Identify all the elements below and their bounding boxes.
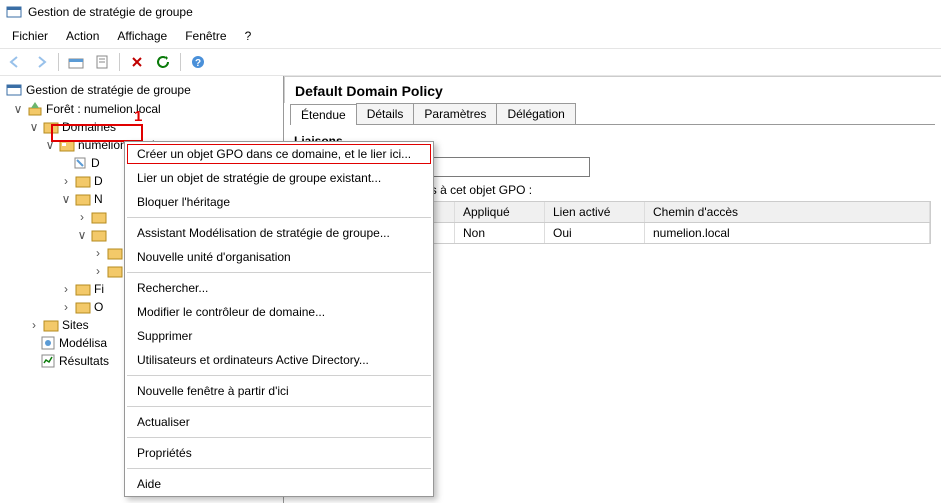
toolbar-sep xyxy=(119,53,120,71)
folder-icon xyxy=(75,299,91,315)
refresh-button[interactable] xyxy=(152,51,174,73)
menu-action[interactable]: Action xyxy=(58,26,107,46)
expander-icon[interactable]: › xyxy=(76,210,88,224)
tree-forest-label[interactable]: Forêt : numelion.local xyxy=(46,102,161,116)
ou-icon xyxy=(75,191,91,207)
tree-node-label[interactable]: D xyxy=(91,156,100,170)
grid-header-enforced[interactable]: Appliqué xyxy=(455,202,545,222)
grid-cell: Non xyxy=(455,223,545,243)
tree-domains-label[interactable]: Domaines xyxy=(62,120,116,134)
expander-icon[interactable]: › xyxy=(60,300,72,314)
expander-icon[interactable]: ∨ xyxy=(12,102,24,116)
ctx-properties[interactable]: Propriétés xyxy=(125,441,433,465)
folder-icon xyxy=(75,281,91,297)
modeling-icon xyxy=(40,335,56,351)
menu-file[interactable]: Fichier xyxy=(4,26,56,46)
window-title: Gestion de stratégie de groupe xyxy=(28,5,193,19)
domain-icon xyxy=(59,137,75,153)
ou-icon xyxy=(91,209,107,225)
ctx-change-dc[interactable]: Modifier le contrôleur de domaine... xyxy=(125,300,433,324)
tree-node-label[interactable]: Fi xyxy=(94,282,104,296)
ctx-new-ou[interactable]: Nouvelle unité d'organisation xyxy=(125,245,433,269)
tab-strip: Étendue Détails Paramètres Délégation xyxy=(290,103,935,125)
ctx-separator xyxy=(127,217,431,218)
expander-icon[interactable]: › xyxy=(92,246,104,260)
tab-details[interactable]: Détails xyxy=(356,103,415,124)
ctx-create-gpo[interactable]: Créer un objet GPO dans ce domaine, et l… xyxy=(125,142,433,166)
forward-button[interactable] xyxy=(30,51,52,73)
expander-icon[interactable]: › xyxy=(92,264,104,278)
svg-text:?: ? xyxy=(195,58,201,69)
ctx-aduc[interactable]: Utilisateurs et ordinateurs Active Direc… xyxy=(125,348,433,372)
ctx-delete[interactable]: Supprimer xyxy=(125,324,433,348)
expander-icon[interactable]: ∨ xyxy=(28,120,40,134)
tab-scope[interactable]: Étendue xyxy=(290,104,357,125)
ctx-new-window[interactable]: Nouvelle fenêtre à partir d'ici xyxy=(125,379,433,403)
grid-header-linkenabled[interactable]: Lien activé xyxy=(545,202,645,222)
props-button[interactable] xyxy=(91,51,113,73)
ctx-separator xyxy=(127,375,431,376)
tab-delegation[interactable]: Délégation xyxy=(496,103,575,124)
ctx-separator xyxy=(127,272,431,273)
grid-cell: numelion.local xyxy=(645,223,930,243)
ou-icon xyxy=(107,245,123,261)
ctx-search[interactable]: Rechercher... xyxy=(125,276,433,300)
tree-sites-label[interactable]: Sites xyxy=(62,318,89,332)
tab-settings[interactable]: Paramètres xyxy=(413,103,497,124)
menu-window[interactable]: Fenêtre xyxy=(177,26,234,46)
ou-icon xyxy=(75,173,91,189)
toolbar-sep xyxy=(180,53,181,71)
menubar: Fichier Action Affichage Fenêtre ? xyxy=(0,24,941,48)
ctx-help[interactable]: Aide xyxy=(125,472,433,496)
app-icon xyxy=(6,4,22,20)
ctx-modeling-wizard[interactable]: Assistant Modélisation de stratégie de g… xyxy=(125,221,433,245)
toolbar: ? xyxy=(0,48,941,76)
results-icon xyxy=(40,353,56,369)
up-button[interactable] xyxy=(65,51,87,73)
gpo-link-icon xyxy=(72,155,88,171)
ou-icon xyxy=(91,227,107,243)
sites-icon xyxy=(43,317,59,333)
expander-icon[interactable]: › xyxy=(60,174,72,188)
toolbar-sep xyxy=(58,53,59,71)
expander-icon[interactable]: ∨ xyxy=(60,192,72,206)
ctx-separator xyxy=(127,406,431,407)
tree-modeling-label[interactable]: Modélisa xyxy=(59,336,107,350)
delete-button[interactable] xyxy=(126,51,148,73)
page-title: Default Domain Policy xyxy=(284,76,941,103)
forest-icon xyxy=(27,101,43,117)
expander-icon[interactable]: ∨ xyxy=(76,228,88,242)
ctx-separator xyxy=(127,437,431,438)
expander-icon[interactable]: ∨ xyxy=(44,138,56,152)
help-button[interactable]: ? xyxy=(187,51,209,73)
grid-cell: Oui xyxy=(545,223,645,243)
gpmc-icon xyxy=(6,82,22,98)
menu-view[interactable]: Affichage xyxy=(109,26,175,46)
tree-node-label[interactable]: O xyxy=(94,300,103,314)
ctx-refresh[interactable]: Actualiser xyxy=(125,410,433,434)
tree-node-label[interactable]: N xyxy=(94,192,103,206)
expander-icon[interactable]: › xyxy=(28,318,40,332)
tree-node-label[interactable]: D xyxy=(94,174,103,188)
ctx-block-inheritance[interactable]: Bloquer l'héritage xyxy=(125,190,433,214)
ctx-link-gpo[interactable]: Lier un objet de stratégie de groupe exi… xyxy=(125,166,433,190)
ctx-separator xyxy=(127,468,431,469)
expander-icon[interactable]: › xyxy=(60,282,72,296)
ou-icon xyxy=(107,263,123,279)
tree-root-label[interactable]: Gestion de stratégie de groupe xyxy=(26,83,191,97)
grid-header-path[interactable]: Chemin d'accès xyxy=(645,202,930,222)
tree-results-label[interactable]: Résultats xyxy=(59,354,109,368)
menu-help[interactable]: ? xyxy=(237,26,260,46)
context-menu: Créer un objet GPO dans ce domaine, et l… xyxy=(124,141,434,497)
back-button[interactable] xyxy=(4,51,26,73)
domains-icon xyxy=(43,119,59,135)
